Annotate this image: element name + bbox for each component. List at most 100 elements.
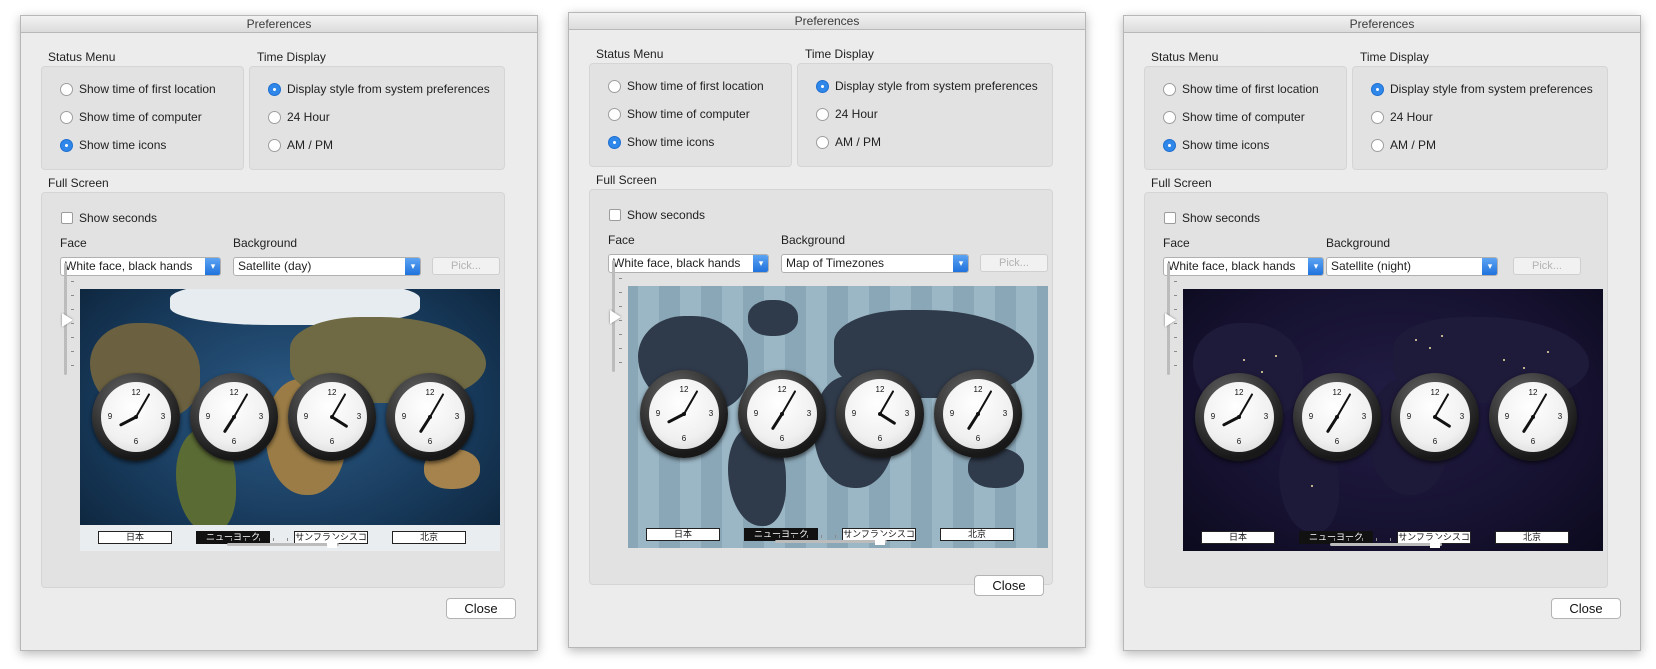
clock-hands: [1522, 393, 1547, 433]
radio-time-icons[interactable]: Show time icons: [1163, 137, 1269, 153]
slider-tick: [315, 538, 316, 541]
clock-size-slider[interactable]: [1165, 263, 1177, 375]
slider-tick: [619, 264, 622, 265]
full-screen-heading: Full Screen: [1151, 176, 1212, 190]
background-label: Background: [233, 236, 298, 250]
clock-hands: [771, 390, 796, 430]
radio-system-style[interactable]: Display style from system preferences: [268, 81, 490, 97]
radio-24-hour[interactable]: 24 Hour: [1371, 109, 1433, 125]
radio-system-style[interactable]: Display style from system preferences: [816, 78, 1038, 94]
slider-tick: [1174, 365, 1177, 366]
radio-button-selected[interactable]: [1163, 138, 1176, 152]
slider-thumb[interactable]: [62, 313, 73, 327]
show-seconds-checkbox[interactable]: [1164, 212, 1176, 224]
full-screen-group: Show seconds Face White face, black hand…: [589, 189, 1053, 585]
radio-button[interactable]: [608, 79, 621, 93]
radio-button-selected[interactable]: [1371, 82, 1384, 96]
slider-thumb[interactable]: [1430, 536, 1440, 548]
close-button[interactable]: Close: [1551, 598, 1621, 619]
minute-hand: [233, 393, 248, 418]
zoom-slider[interactable]: [227, 536, 339, 550]
chevron-updown-icon: ▾: [753, 255, 768, 272]
radio-computer-time[interactable]: Show time of computer: [608, 106, 750, 122]
clock-size-slider[interactable]: [62, 263, 74, 375]
show-seconds-checkbox[interactable]: [609, 209, 621, 221]
pick-button[interactable]: Pick...: [432, 257, 500, 275]
background-select-value: Map of Timezones: [786, 256, 885, 270]
radio-time-icons[interactable]: Show time icons: [608, 134, 714, 150]
chevron-updown-icon: ▾: [1482, 258, 1497, 275]
background-select[interactable]: Satellite (day) ▾: [233, 257, 421, 276]
pick-button[interactable]: Pick...: [1513, 257, 1581, 275]
radio-button[interactable]: [268, 138, 281, 152]
radio-time-icons[interactable]: Show time icons: [60, 137, 166, 153]
slider-thumb[interactable]: [327, 536, 337, 548]
slider-tick: [863, 535, 864, 538]
clock-size-slider[interactable]: [610, 260, 622, 372]
zoom-slider[interactable]: [775, 533, 887, 547]
clock-icon: 12 3 6 9: [1293, 373, 1381, 461]
radio-computer-time[interactable]: Show time of computer: [1163, 109, 1305, 125]
radio-am-pm[interactable]: AM / PM: [1371, 137, 1436, 153]
radio-system-style[interactable]: Display style from system preferences: [1371, 81, 1593, 97]
radio-button[interactable]: [268, 110, 281, 124]
preferences-window-2: Preferences Status Menu Show time of fir…: [568, 12, 1086, 648]
fullscreen-preview: 12369日本12369ニューヨーク12369サンフランシスコ12369北京: [1183, 289, 1603, 551]
radio-computer-time[interactable]: Show time of computer: [60, 109, 202, 125]
radio-button-selected[interactable]: [60, 138, 73, 152]
zoom-slider[interactable]: [1330, 536, 1442, 550]
radio-24-hour[interactable]: 24 Hour: [268, 109, 330, 125]
slider-thumb[interactable]: [875, 533, 885, 545]
hour-hand: [878, 412, 896, 425]
radio-button[interactable]: [60, 110, 73, 124]
slider-thumb[interactable]: [1165, 313, 1176, 327]
radio-first-location[interactable]: Show time of first location: [1163, 81, 1319, 97]
radio-button[interactable]: [608, 107, 621, 121]
show-seconds-checkbox[interactable]: [61, 212, 73, 224]
radio-button-selected[interactable]: [816, 79, 829, 93]
radio-first-location[interactable]: Show time of first location: [60, 81, 216, 97]
clock-pin: [780, 412, 784, 416]
radio-first-location[interactable]: Show time of first location: [608, 78, 764, 94]
pick-button[interactable]: Pick...: [980, 254, 1048, 272]
radio-button[interactable]: [1163, 82, 1176, 96]
radio-label: 24 Hour: [1390, 110, 1433, 124]
radio-am-pm[interactable]: AM / PM: [816, 134, 881, 150]
preferences-window-3: Preferences Status Menu Show time of fir…: [1123, 15, 1641, 651]
background-select[interactable]: Map of Timezones ▾: [781, 254, 969, 273]
slider-tick: [619, 292, 622, 293]
minute-hand: [683, 390, 698, 415]
radio-label: Display style from system preferences: [1390, 82, 1593, 96]
radio-button[interactable]: [1371, 110, 1384, 124]
radio-button[interactable]: [60, 82, 73, 96]
radio-24-hour[interactable]: 24 Hour: [816, 106, 878, 122]
clock-face: 12 3 6 9: [1302, 382, 1372, 452]
slider-tick: [1404, 538, 1405, 541]
city-label: 北京: [392, 531, 466, 544]
radio-button-selected[interactable]: [608, 135, 621, 149]
face-select[interactable]: White face, black hands ▾: [1163, 257, 1324, 276]
face-select[interactable]: White face, black hands ▾: [608, 254, 769, 273]
close-button[interactable]: Close: [974, 575, 1044, 596]
face-select[interactable]: White face, black hands ▾: [60, 257, 221, 276]
full-screen-group: Show seconds Face White face, black hand…: [41, 192, 505, 588]
radio-button-selected[interactable]: [268, 82, 281, 96]
radio-button[interactable]: [1163, 110, 1176, 124]
show-seconds-label: Show seconds: [1182, 211, 1261, 225]
radio-am-pm[interactable]: AM / PM: [268, 137, 333, 153]
radio-label: Show time of first location: [627, 79, 764, 93]
radio-label: Show time icons: [79, 138, 167, 152]
chevron-updown-icon: ▾: [205, 258, 220, 275]
status-menu-heading: Status Menu: [1151, 50, 1219, 64]
clock-hands: [878, 390, 896, 425]
radio-button[interactable]: [816, 107, 829, 121]
slider-thumb[interactable]: [610, 310, 621, 324]
close-button[interactable]: Close: [446, 598, 516, 619]
radio-button[interactable]: [816, 135, 829, 149]
clock-pin: [878, 412, 882, 416]
background-label: Background: [781, 233, 846, 247]
background-label: Background: [1326, 236, 1391, 250]
radio-button[interactable]: [1371, 138, 1384, 152]
background-select[interactable]: Satellite (night) ▾: [1326, 257, 1498, 276]
radio-label: Show time of first location: [79, 82, 216, 96]
